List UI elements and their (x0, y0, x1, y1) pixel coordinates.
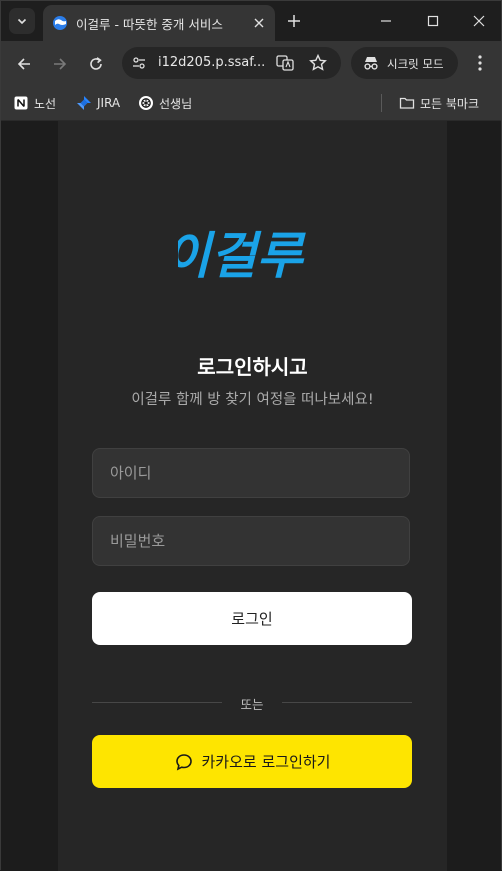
bookmark-teacher[interactable]: 선생님 (138, 93, 192, 113)
folder-icon (399, 95, 415, 111)
more-vert-icon (478, 55, 482, 71)
svg-text:이걸루: 이걸루 (178, 227, 314, 285)
page-viewport: 이걸루 로그인하시고 이걸루 함께 방 찾기 여정을 떠나보세요! 로그인 또는… (1, 121, 501, 871)
maximize-icon (427, 15, 439, 27)
forward-button[interactable] (48, 52, 72, 76)
bookmark-notion[interactable]: 노선 (13, 93, 56, 113)
tab-title: 이걸루 - 따뜻한 중개 서비스 (76, 17, 223, 32)
close-icon (473, 15, 485, 27)
incognito-badge[interactable]: 시크릿 모드 (351, 47, 458, 79)
bookmark-label: 선생님 (159, 96, 193, 111)
browser-window: 이걸루 - 따뜻한 중개 서비스 i12d205.p.ssaf... 시크릿 모… (0, 0, 502, 871)
close-window-button[interactable] (468, 10, 490, 32)
plus-icon (288, 15, 300, 27)
incognito-icon (364, 57, 378, 70)
minimize-icon (381, 20, 391, 22)
tab-close-button[interactable] (250, 14, 268, 32)
star-icon[interactable] (308, 53, 328, 73)
address-url[interactable]: i12d205.p.ssaf... (158, 55, 268, 70)
login-button-label: 로그인 (231, 610, 273, 628)
address-bar[interactable]: i12d205.p.ssaf... (122, 47, 341, 79)
openai-icon (138, 95, 154, 111)
all-bookmarks-button[interactable]: 모든 북마크 (399, 93, 479, 113)
maximize-button[interactable] (422, 10, 444, 32)
close-icon (254, 18, 264, 28)
site-info-button[interactable] (130, 54, 148, 72)
id-input[interactable] (92, 448, 410, 498)
or-divider: 또는 (92, 693, 412, 713)
bookmark-label: JIRA (97, 96, 121, 110)
bookmarks-bar: 노선 JIRA 선생님 모든 북마크 (1, 86, 501, 121)
new-tab-button[interactable] (283, 10, 305, 32)
notion-icon (13, 95, 29, 111)
tune-icon (133, 57, 145, 69)
password-input[interactable] (92, 516, 410, 566)
title-bar: 이걸루 - 따뜻한 중개 서비스 (1, 1, 501, 41)
browser-tab[interactable]: 이걸루 - 따뜻한 중개 서비스 (43, 5, 275, 41)
divider-line-right (282, 702, 412, 703)
browser-menu-button[interactable] (469, 52, 491, 74)
bookmark-label: 노선 (34, 96, 57, 111)
arrow-left-icon (17, 58, 30, 70)
jira-icon (76, 95, 92, 111)
translate-icon[interactable] (276, 54, 294, 72)
bookmark-jira[interactable]: JIRA (76, 93, 120, 113)
divider-label: 또는 (240, 697, 264, 712)
reload-button[interactable] (84, 52, 108, 76)
kakao-button-label: 카카오로 로그인하기 (201, 753, 331, 771)
login-heading: 로그인하시고 (197, 355, 308, 379)
all-bookmarks-label: 모든 북마크 (420, 96, 480, 111)
globe-icon (53, 16, 67, 30)
chat-bubble-icon (174, 752, 194, 772)
browser-toolbar: i12d205.p.ssaf... 시크릿 모드 (1, 41, 501, 86)
arrow-right-icon (54, 58, 67, 70)
minimize-button[interactable] (375, 10, 397, 32)
tab-search-button[interactable] (9, 8, 35, 34)
chevron-down-icon (17, 18, 27, 25)
login-subtitle: 이걸루 함께 방 찾기 여정을 떠나보세요! (131, 392, 374, 408)
bookmarks-separator (381, 94, 382, 112)
kakao-login-button[interactable]: 카카오로 로그인하기 (92, 735, 412, 788)
reload-icon (90, 57, 102, 70)
app-logo: 이걸루 (178, 227, 314, 285)
incognito-label: 시크릿 모드 (387, 57, 444, 71)
login-button[interactable]: 로그인 (92, 592, 412, 645)
login-card: 이걸루 로그인하시고 이걸루 함께 방 찾기 여정을 떠나보세요! 로그인 또는… (58, 121, 447, 871)
back-button[interactable] (12, 52, 36, 76)
